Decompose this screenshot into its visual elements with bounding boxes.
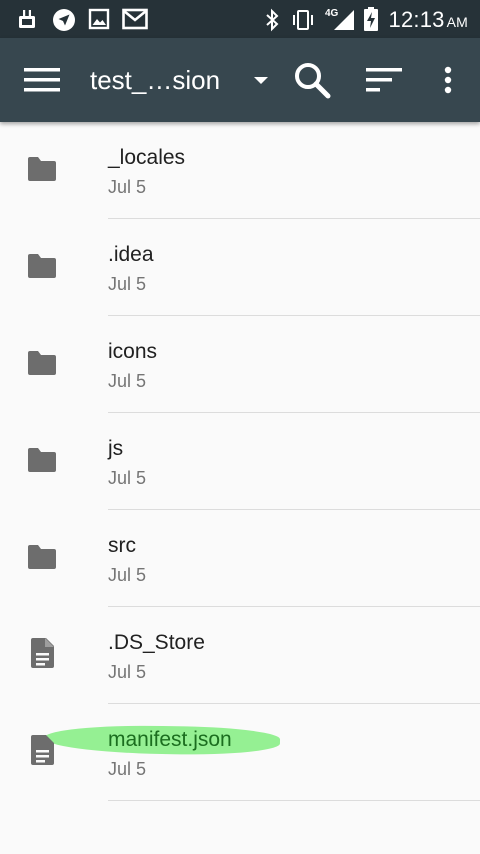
file-name: js — [108, 437, 124, 460]
folder-icon — [28, 448, 56, 472]
folder-icon — [28, 545, 56, 569]
divider — [108, 800, 480, 801]
list-item[interactable]: src Jul 5 — [0, 510, 480, 607]
file-name: manifest.json — [108, 728, 232, 751]
file-date: Jul 5 — [108, 274, 147, 294]
folder-title[interactable]: test_…sion — [90, 65, 220, 96]
list-item[interactable]: _locales Jul 5 — [0, 122, 480, 219]
search-icon[interactable] — [292, 60, 332, 100]
file-date: Jul 5 — [108, 177, 147, 197]
menu-icon[interactable] — [22, 65, 62, 95]
bluetooth-icon — [266, 8, 279, 32]
file-date: Jul 5 — [108, 565, 147, 585]
clock: 12:13 AM — [389, 7, 468, 33]
file-date: Jul 5 — [108, 371, 147, 391]
list-item[interactable]: .DS_Store Jul 5 — [0, 607, 480, 704]
file-date: Jul 5 — [108, 468, 147, 488]
file-date: Jul 5 — [108, 662, 147, 682]
document-icon — [31, 735, 54, 765]
signal-4g-icon: 4G — [325, 8, 354, 30]
vibrate-icon — [293, 10, 313, 30]
file-name: src — [108, 534, 136, 557]
file-name: .DS_Store — [108, 631, 205, 654]
sort-icon[interactable] — [364, 65, 404, 95]
gmail-icon — [122, 8, 148, 30]
navigation-icon — [53, 9, 75, 31]
list-item[interactable]: js Jul 5 — [0, 413, 480, 510]
folder-icon — [28, 254, 56, 278]
list-item[interactable]: icons Jul 5 — [0, 316, 480, 413]
status-bar: 4G 12:13 AM — [0, 0, 480, 38]
folder-icon — [28, 351, 56, 375]
app-bar: test_…sion — [0, 38, 480, 122]
file-name: _locales — [108, 146, 186, 169]
list-item[interactable]: .idea Jul 5 — [0, 219, 480, 316]
dropdown-arrow-icon[interactable] — [252, 74, 270, 86]
image-icon — [88, 8, 110, 30]
file-date: Jul 5 — [108, 759, 147, 779]
file-name: .idea — [108, 243, 154, 266]
file-name: icons — [108, 340, 158, 363]
folder-icon — [28, 157, 56, 181]
document-icon — [31, 638, 54, 668]
list-item-highlighted[interactable]: manifest.json Jul 5 — [0, 704, 480, 801]
clock-ampm: AM — [446, 14, 468, 30]
usb-debug-icon — [19, 10, 35, 28]
clock-time: 12:13 — [388, 7, 445, 32]
battery-charging-icon — [364, 7, 378, 31]
svg-text:4G: 4G — [325, 8, 339, 19]
file-list: _locales Jul 5 .idea Jul 5 icons Jul 5 j… — [0, 122, 480, 801]
more-vert-icon[interactable] — [438, 64, 458, 96]
